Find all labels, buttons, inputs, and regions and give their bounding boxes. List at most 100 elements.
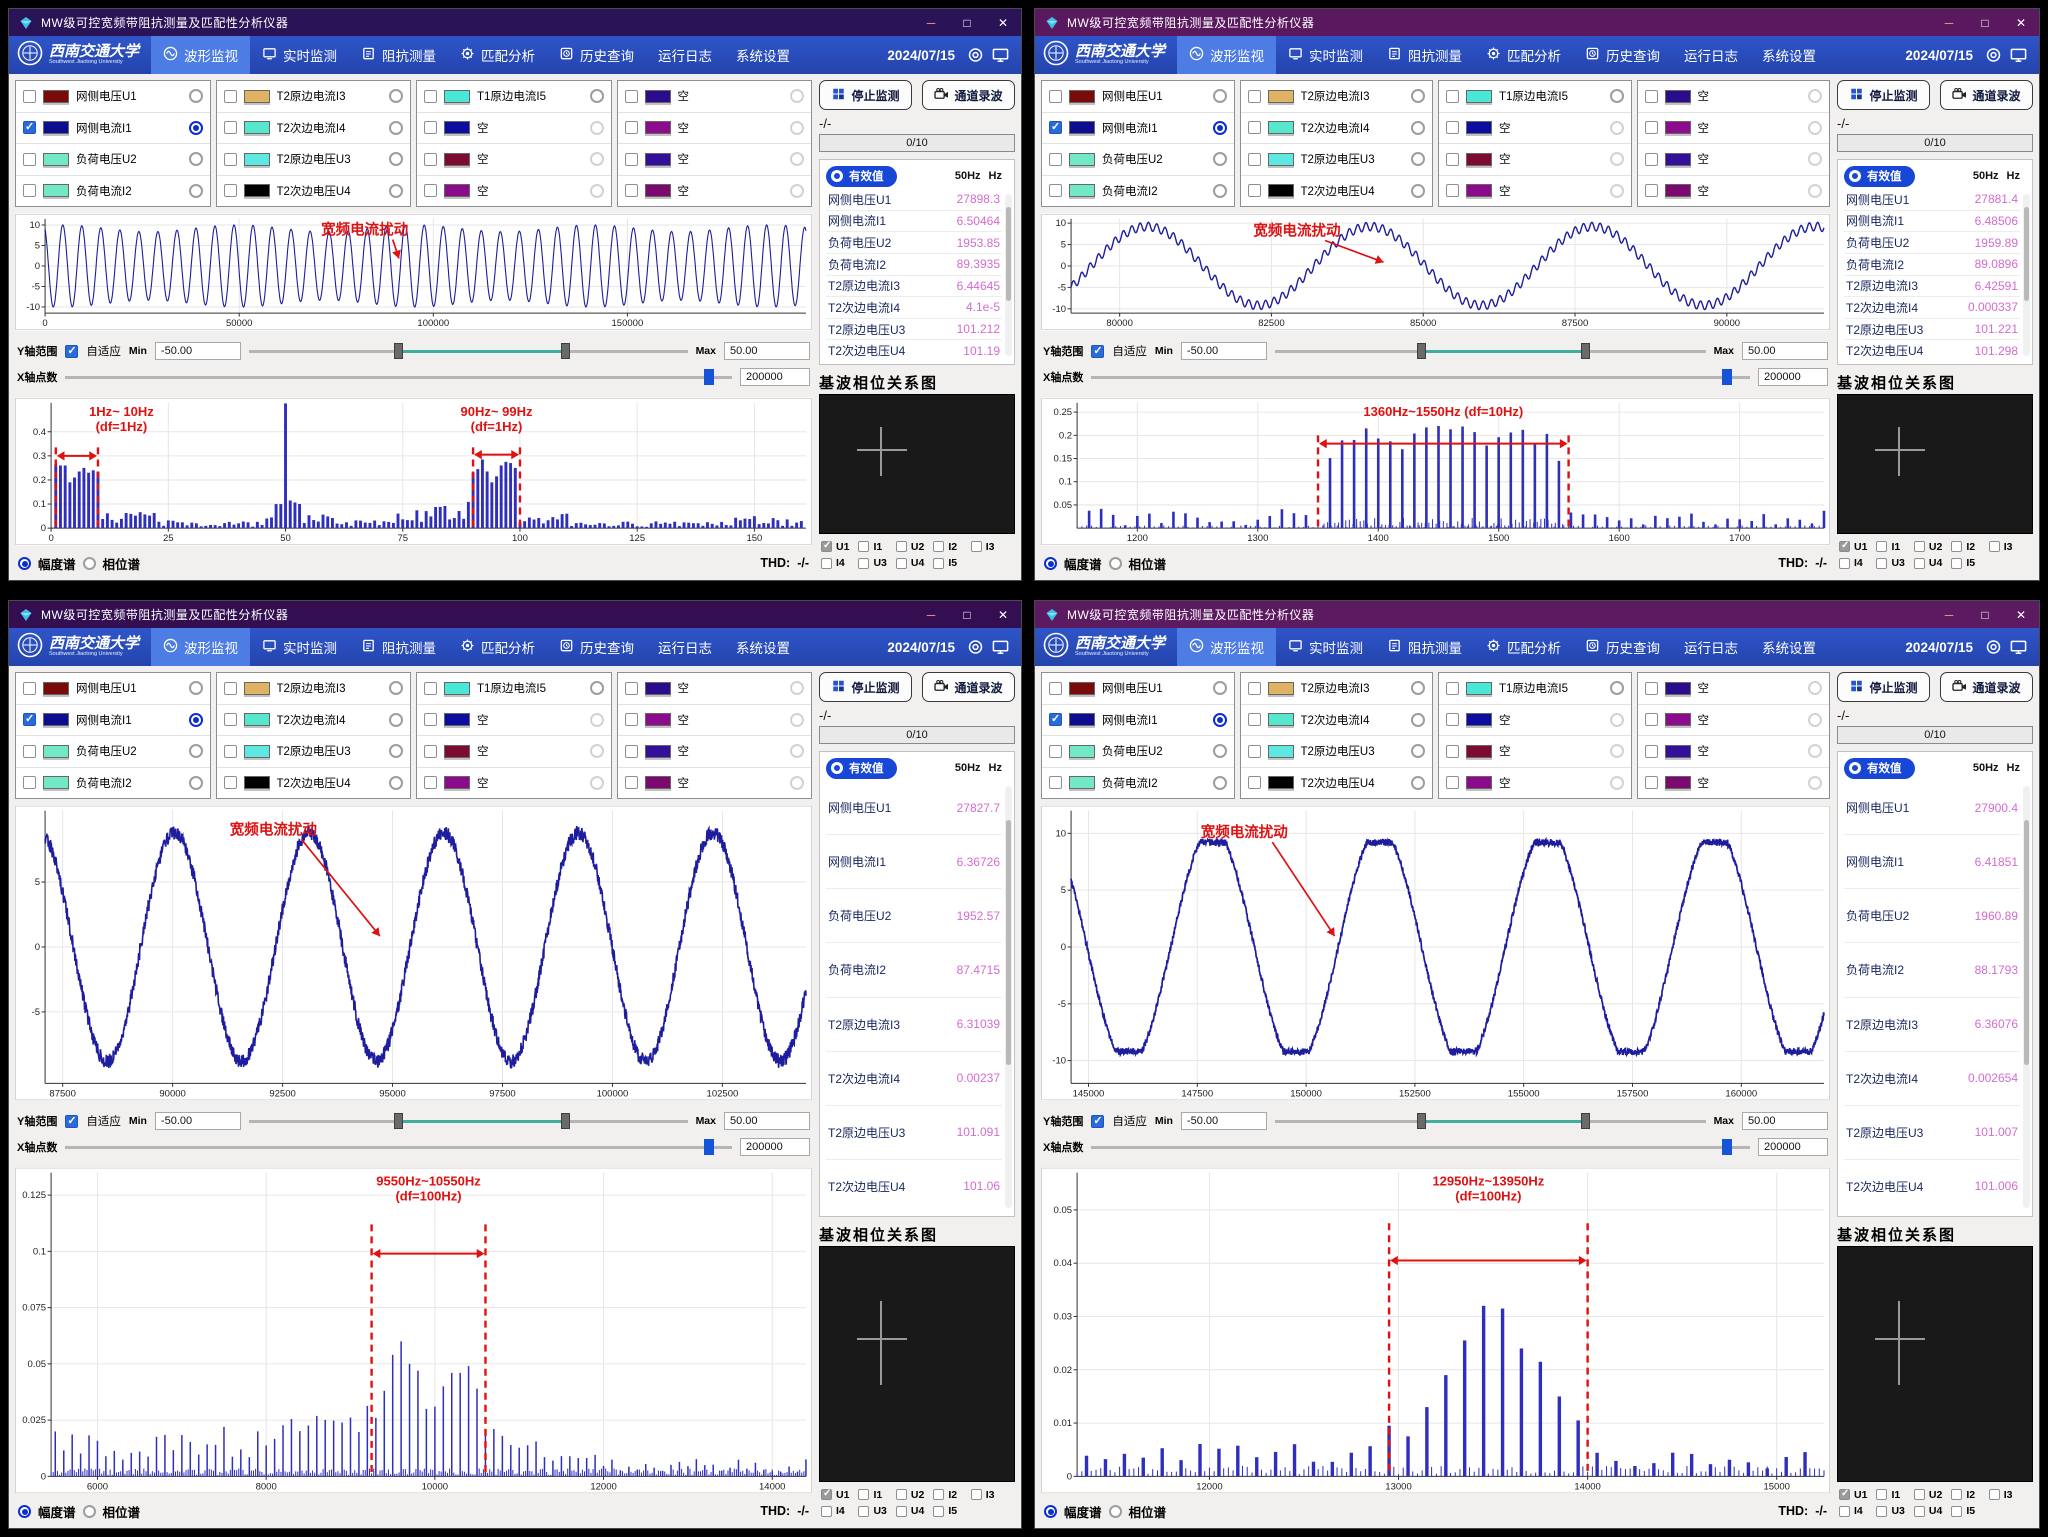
nav-tab-系统设置[interactable]: 系统设置 [1750, 36, 1828, 74]
y-min-input[interactable] [155, 342, 241, 360]
channel-radio[interactable] [1213, 184, 1227, 198]
phase-channel-checkbox[interactable] [821, 1489, 832, 1500]
channel-radio[interactable] [590, 744, 604, 758]
nav-tab-波形监视[interactable]: 波形监视 [151, 628, 250, 666]
channel-radio[interactable] [590, 121, 604, 135]
channel-checkbox[interactable] [1049, 121, 1062, 134]
channel-checkbox[interactable] [224, 745, 237, 758]
nav-tab-历史查询[interactable]: 历史查询 [1573, 36, 1672, 74]
phase-channel-checkbox[interactable] [858, 1489, 869, 1500]
channel-radio[interactable] [1610, 713, 1624, 727]
x-points-slider[interactable] [1091, 1138, 1750, 1156]
y-range-slider[interactable] [1275, 342, 1706, 360]
channel-radio[interactable] [1213, 152, 1227, 166]
y-max-input[interactable] [724, 342, 810, 360]
phase-channel-checkbox[interactable] [1876, 1489, 1887, 1500]
phase-spectrum-radio[interactable] [83, 1505, 96, 1518]
channel-checkbox[interactable] [1446, 121, 1459, 134]
nav-tab-阻抗测量[interactable]: 阻抗测量 [349, 36, 448, 74]
y-range-slider[interactable] [1275, 1112, 1706, 1130]
close-button[interactable]: ✕ [2007, 608, 2035, 622]
stop-monitor-button[interactable]: 停止监测 [1837, 672, 1930, 702]
nav-tab-运行日志[interactable]: 运行日志 [646, 36, 724, 74]
adaptive-checkbox[interactable] [65, 345, 78, 358]
channel-checkbox[interactable] [625, 153, 638, 166]
channel-checkbox[interactable] [625, 745, 638, 758]
adaptive-checkbox[interactable] [1091, 345, 1104, 358]
y-max-input[interactable] [1742, 342, 1828, 360]
amplitude-spectrum-radio[interactable] [1044, 557, 1057, 570]
channel-radio[interactable] [189, 744, 203, 758]
phase-channel-checkbox[interactable] [1914, 541, 1925, 552]
channel-radio[interactable] [189, 184, 203, 198]
rms-mode-pill[interactable]: 有效值 [826, 758, 897, 779]
channel-checkbox[interactable] [1049, 745, 1062, 758]
channel-radio[interactable] [790, 776, 804, 790]
channel-checkbox[interactable] [625, 682, 638, 695]
channel-checkbox[interactable] [424, 153, 437, 166]
channel-checkbox[interactable] [23, 184, 36, 197]
channel-checkbox[interactable] [424, 713, 437, 726]
phase-channel-checkbox[interactable] [896, 1506, 907, 1517]
phase-channel-checkbox[interactable] [1914, 558, 1925, 569]
channel-radio[interactable] [389, 184, 403, 198]
y-range-slider[interactable] [249, 342, 688, 360]
channel-radio[interactable] [1411, 744, 1425, 758]
channel-checkbox[interactable] [1248, 184, 1261, 197]
phase-channel-checkbox[interactable] [896, 558, 907, 569]
y-range-slider-handle-high[interactable] [561, 343, 570, 359]
channel-checkbox[interactable] [1049, 713, 1062, 726]
amplitude-spectrum-radio[interactable] [1044, 1505, 1057, 1518]
channel-checkbox[interactable] [224, 682, 237, 695]
phase-channel-checkbox[interactable] [821, 1506, 832, 1517]
stop-monitor-button[interactable]: 停止监测 [819, 672, 912, 702]
channel-checkbox[interactable] [224, 184, 237, 197]
maximize-button[interactable]: □ [1971, 608, 1999, 622]
channel-record-button[interactable]: 通道录波 [1940, 80, 2033, 110]
phase-channel-checkbox[interactable] [933, 541, 944, 552]
nav-tab-实时监测[interactable]: 实时监测 [1276, 628, 1375, 666]
close-button[interactable]: ✕ [989, 608, 1017, 622]
display-monitor-icon[interactable] [2010, 639, 2027, 655]
minimize-button[interactable]: ─ [1935, 16, 1963, 30]
channel-radio[interactable] [1411, 184, 1425, 198]
stop-monitor-button[interactable]: 停止监测 [819, 80, 912, 110]
rms-mode-pill[interactable]: 有效值 [826, 166, 897, 187]
phase-channel-checkbox[interactable] [1876, 1506, 1887, 1517]
channel-checkbox[interactable] [1049, 184, 1062, 197]
x-points-input[interactable] [1758, 368, 1828, 386]
channel-radio[interactable] [1411, 152, 1425, 166]
channel-radio[interactable] [1213, 681, 1227, 695]
channel-checkbox[interactable] [1446, 184, 1459, 197]
channel-radio[interactable] [1808, 776, 1822, 790]
channel-radio[interactable] [790, 152, 804, 166]
channel-radio[interactable] [590, 184, 604, 198]
channel-checkbox[interactable] [1645, 745, 1658, 758]
channel-radio[interactable] [1808, 152, 1822, 166]
amplitude-spectrum-radio[interactable] [18, 557, 31, 570]
nav-tab-实时监测[interactable]: 实时监测 [1276, 36, 1375, 74]
rms-scrollbar[interactable] [2023, 194, 2030, 356]
channel-checkbox[interactable] [1248, 153, 1261, 166]
channel-radio[interactable] [790, 89, 804, 103]
channel-radio[interactable] [790, 681, 804, 695]
nav-tab-历史查询[interactable]: 历史查询 [547, 628, 646, 666]
channel-checkbox[interactable] [1645, 776, 1658, 789]
channel-radio[interactable] [1213, 776, 1227, 790]
x-points-slider-handle[interactable] [1722, 1139, 1732, 1155]
channel-radio[interactable] [1411, 89, 1425, 103]
nav-tab-匹配分析[interactable]: 匹配分析 [448, 628, 547, 666]
channel-radio[interactable] [189, 89, 203, 103]
x-points-slider-handle[interactable] [1722, 369, 1732, 385]
channel-record-button[interactable]: 通道录波 [1940, 672, 2033, 702]
channel-radio[interactable] [790, 713, 804, 727]
x-points-input[interactable] [740, 368, 810, 386]
nav-tab-阻抗测量[interactable]: 阻抗测量 [1375, 36, 1474, 74]
phase-channel-checkbox[interactable] [933, 1489, 944, 1500]
minimize-button[interactable]: ─ [917, 608, 945, 622]
channel-radio[interactable] [590, 681, 604, 695]
channel-radio[interactable] [389, 121, 403, 135]
settings-gear-icon[interactable] [1985, 47, 2002, 63]
y-max-input[interactable] [724, 1112, 810, 1130]
channel-radio[interactable] [1610, 776, 1624, 790]
